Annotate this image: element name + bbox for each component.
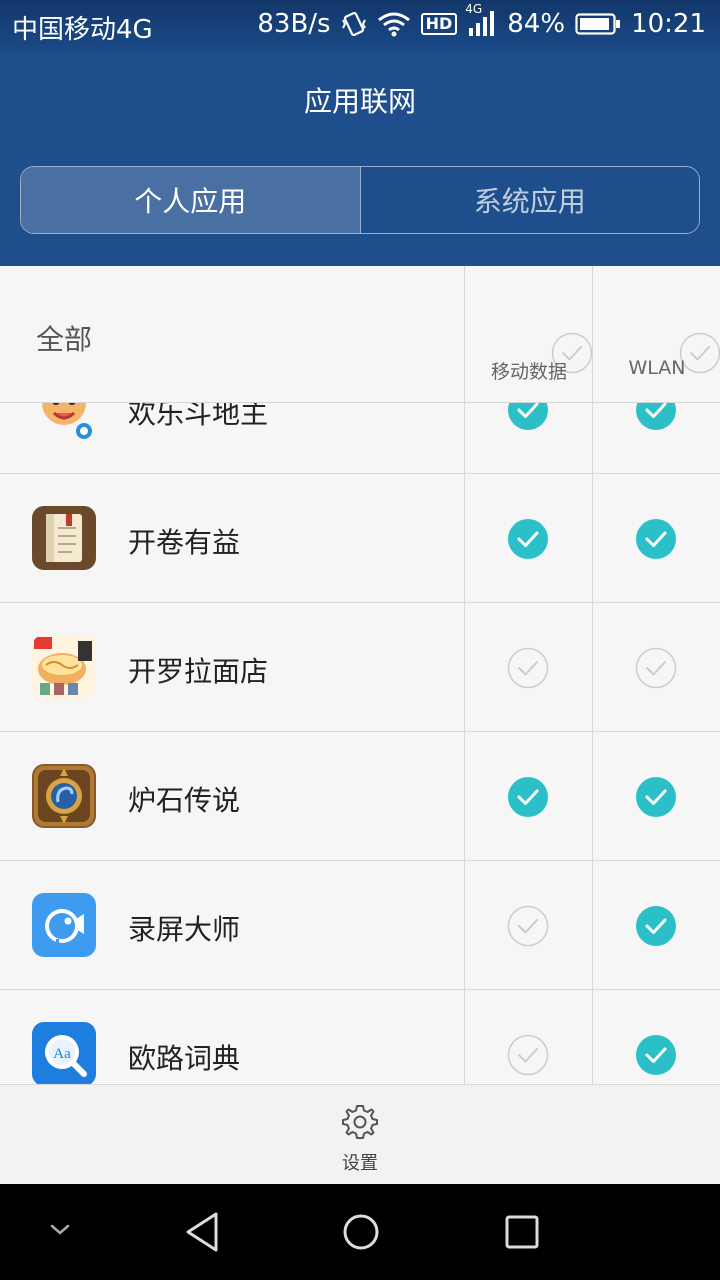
wlan-checkbox[interactable] — [635, 647, 677, 689]
bottom-toolbar: 设置 — [0, 1084, 720, 1184]
app-header: 应用联网 个人应用 系统应用 — [0, 52, 720, 266]
app-name: 炉石传说 — [128, 784, 241, 817]
tab-bar: 个人应用 系统应用 — [20, 166, 700, 234]
wlan-select-all-checkbox[interactable] — [636, 299, 720, 374]
net-speed: 83B/s — [257, 9, 331, 39]
wlan-column-label: WLAN — [628, 357, 686, 379]
hide-keyboard-chevron-icon[interactable] — [46, 1220, 74, 1244]
list-item: 录屏大师 — [0, 861, 720, 990]
hd-badge: HD — [420, 13, 458, 35]
signal-type-label: 4G — [465, 2, 483, 16]
wlan-checkbox[interactable] — [635, 518, 677, 560]
book-icon — [32, 506, 96, 570]
recents-icon[interactable] — [502, 1210, 542, 1258]
tab-personal-apps[interactable]: 个人应用 — [21, 167, 360, 233]
signal-icon: 4G — [465, 2, 497, 38]
mobile-data-checkbox[interactable] — [507, 905, 549, 947]
settings-label: 设置 — [342, 1153, 378, 1174]
wlan-checkbox[interactable] — [635, 776, 677, 818]
battery-icon — [575, 12, 621, 36]
ramen-icon — [32, 635, 96, 699]
home-icon[interactable] — [341, 1210, 381, 1258]
hearthstone-icon — [32, 764, 96, 828]
vibrate-icon — [341, 10, 367, 38]
wlan-column: WLAN — [592, 266, 720, 403]
mobile-data-column-label: 移动数据 — [490, 361, 567, 383]
list-item: 开卷有益 — [0, 474, 720, 603]
mobile-data-checkbox[interactable] — [507, 647, 549, 689]
app-list[interactable]: 欢乐斗地主 开卷有益 开罗拉面店 炉石传说 录屏大师 Aa 欧路词典 全部 移动… — [0, 266, 720, 1084]
app-name: 录屏大师 — [128, 913, 241, 946]
wifi-icon — [377, 11, 411, 37]
mobile-data-checkbox[interactable] — [507, 776, 549, 818]
app-name: 开卷有益 — [128, 526, 241, 559]
mobile-data-checkbox[interactable] — [507, 1034, 549, 1076]
mobile-data-checkbox[interactable] — [507, 518, 549, 560]
list-item: 炉石传说 — [0, 732, 720, 861]
page-title: 应用联网 — [303, 85, 416, 118]
clock: 10:21 — [631, 9, 706, 39]
navigation-bar — [0, 1184, 720, 1280]
battery-percent: 84% — [507, 9, 566, 39]
list-header: 全部 移动数据 WLAN — [0, 266, 720, 403]
wlan-checkbox[interactable] — [635, 905, 677, 947]
mobile-data-select-all-checkbox[interactable] — [508, 299, 593, 374]
carrier-label: 中国移动4G — [12, 15, 153, 45]
list-item: Aa 欧路词典 — [0, 990, 720, 1084]
tab-system-apps[interactable]: 系统应用 — [359, 167, 699, 233]
back-icon[interactable] — [182, 1210, 222, 1258]
app-name: 开罗拉面店 — [128, 655, 269, 688]
status-bar: 中国移动4G 83B/s HD 4G 84% 10:21 — [0, 0, 720, 52]
settings-button[interactable]: 设置 — [320, 1097, 400, 1177]
wlan-checkbox[interactable] — [635, 1034, 677, 1076]
dictionary-icon: Aa — [32, 1022, 96, 1084]
all-label: 全部 — [36, 323, 93, 356]
app-rows: 欢乐斗地主 开卷有益 开罗拉面店 炉石传说 录屏大师 Aa 欧路词典 — [0, 345, 720, 1084]
list-item: 开罗拉面店 — [0, 603, 720, 732]
svg-text:Aa: Aa — [53, 1046, 71, 1062]
mobile-data-column: 移动数据 — [464, 266, 593, 403]
app-name: 欧路词典 — [128, 1042, 241, 1075]
gear-icon — [320, 1103, 400, 1141]
screen-recorder-icon — [32, 893, 96, 957]
